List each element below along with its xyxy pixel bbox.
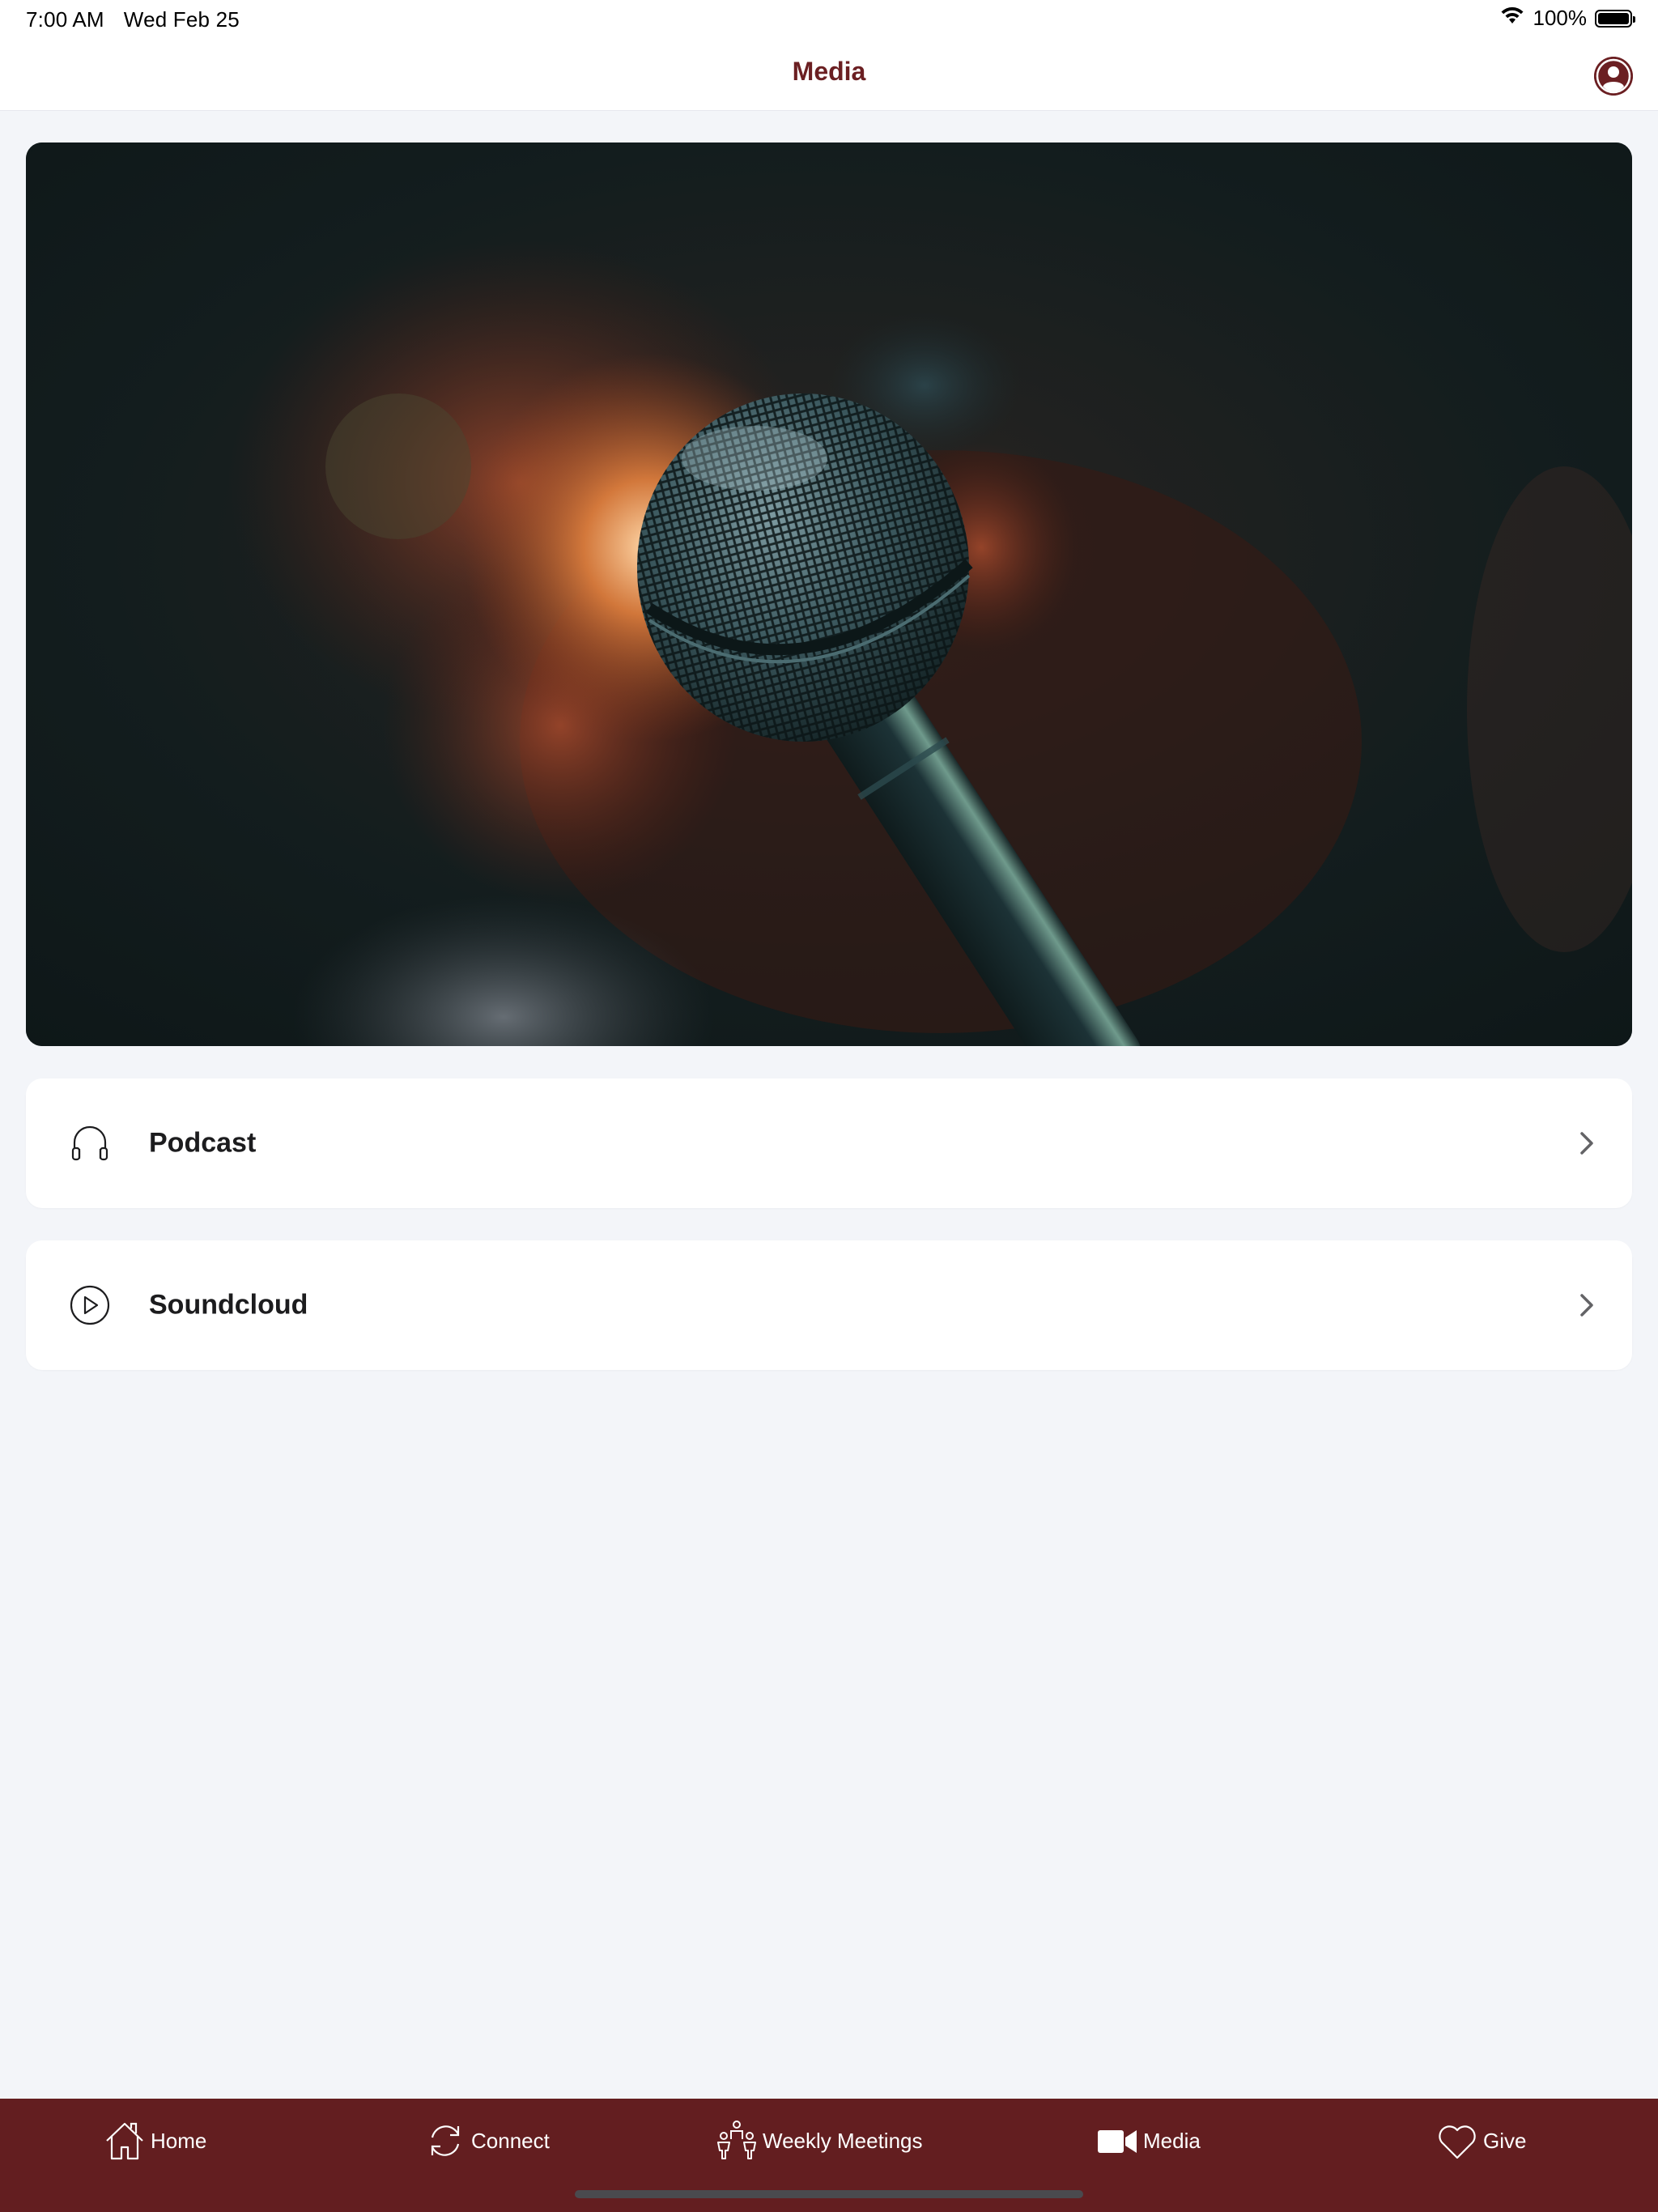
headphones-icon: [71, 1125, 108, 1161]
chevron-right-icon: [1580, 1132, 1593, 1155]
tab-connect[interactable]: Connect: [424, 2118, 550, 2163]
home-icon: [106, 2122, 143, 2160]
person-circle-icon: [1594, 57, 1633, 96]
menu-item-soundcloud[interactable]: Soundcloud: [26, 1240, 1632, 1370]
wifi-icon: [1499, 6, 1525, 31]
battery-percent: 100%: [1533, 6, 1588, 30]
tab-label: Weekly Meetings: [763, 2128, 923, 2153]
video-camera-icon: [1098, 2130, 1137, 2153]
status-right: 100%: [1499, 6, 1635, 31]
page-title: Media: [792, 57, 866, 86]
tab-media[interactable]: Media: [1096, 2118, 1201, 2163]
chevron-right-icon: [1580, 1294, 1593, 1317]
battery-icon: [1595, 9, 1635, 28]
tab-give[interactable]: Give: [1436, 2118, 1526, 2163]
tab-home[interactable]: Home: [104, 2118, 206, 2163]
menu-item-podcast[interactable]: Podcast: [26, 1078, 1632, 1208]
status-date: Wed Feb 25: [123, 7, 240, 32]
hero-image: [26, 143, 1632, 1046]
status-time: 7:00 AM: [26, 7, 104, 32]
menu-item-label: Podcast: [149, 1127, 257, 1159]
home-indicator[interactable]: [575, 2190, 1083, 2198]
tab-label: Give: [1483, 2128, 1527, 2153]
status-left: 7:00 AM Wed Feb 25: [26, 7, 240, 32]
tab-label: Connect: [471, 2128, 550, 2153]
profile-button[interactable]: [1594, 57, 1633, 96]
navigation-bar: Media: [0, 40, 1658, 111]
menu-item-label: Soundcloud: [149, 1289, 308, 1321]
tab-weekly-meetings[interactable]: Weekly Meetings: [716, 2118, 923, 2163]
heart-icon: [1439, 2125, 1476, 2159]
people-icon: [717, 2121, 756, 2159]
status-bar: 7:00 AM Wed Feb 25 100%: [0, 0, 1658, 40]
microphone-photo: [26, 143, 1632, 1046]
play-circle-icon: [70, 1285, 110, 1325]
tab-label: Media: [1143, 2128, 1201, 2153]
tab-label: Home: [151, 2128, 207, 2153]
refresh-icon: [431, 2125, 460, 2156]
